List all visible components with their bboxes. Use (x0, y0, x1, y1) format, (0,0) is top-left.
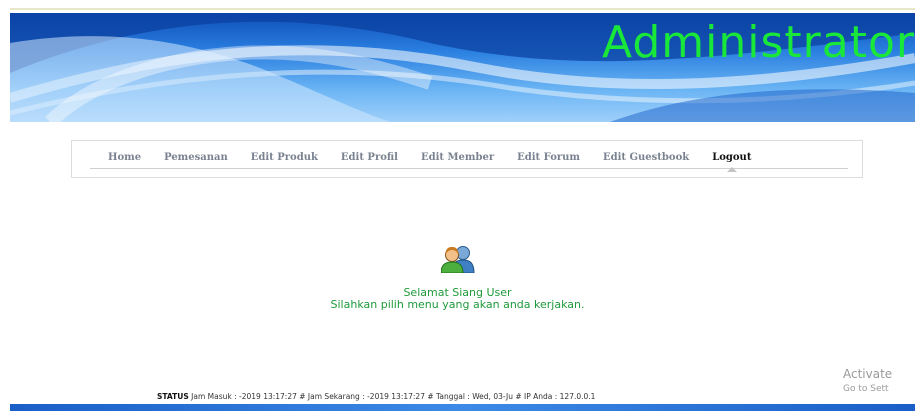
instruction-text: Silahkan pilih menu yang akan anda kerja… (330, 298, 585, 311)
status-text: Jam Masuk : -2019 13:17:27 # Jam Sekaran… (191, 392, 596, 401)
banner-title: Administrator (602, 17, 915, 68)
menu-item-edit-member[interactable]: Edit Member (421, 152, 494, 163)
top-divider (10, 8, 915, 10)
menu-list: Home Pemesanan Edit Produk Edit Profil E… (108, 152, 774, 172)
activation-watermark-title: Activate (843, 367, 893, 381)
menu-item-edit-forum[interactable]: Edit Forum (517, 152, 580, 163)
menu-item-edit-guestbook[interactable]: Edit Guestbook (603, 152, 689, 163)
menu-item-edit-profil[interactable]: Edit Profil (341, 152, 398, 163)
menu-item-home[interactable]: Home (108, 152, 141, 163)
status-line: STATUS Jam Masuk : -2019 13:17:27 # Jam … (157, 392, 595, 401)
menu-item-logout[interactable]: Logout (712, 152, 751, 172)
header-banner: Administrator (10, 13, 915, 122)
status-label: STATUS (157, 392, 189, 401)
activation-watermark-subtitle: Go to Sett (843, 384, 889, 394)
nav-menu: Home Pemesanan Edit Produk Edit Profil E… (71, 140, 863, 178)
menu-item-pemesanan[interactable]: Pemesanan (164, 152, 228, 163)
menu-item-edit-produk[interactable]: Edit Produk (251, 152, 318, 163)
users-icon (441, 246, 475, 273)
footer-bar (10, 404, 915, 411)
